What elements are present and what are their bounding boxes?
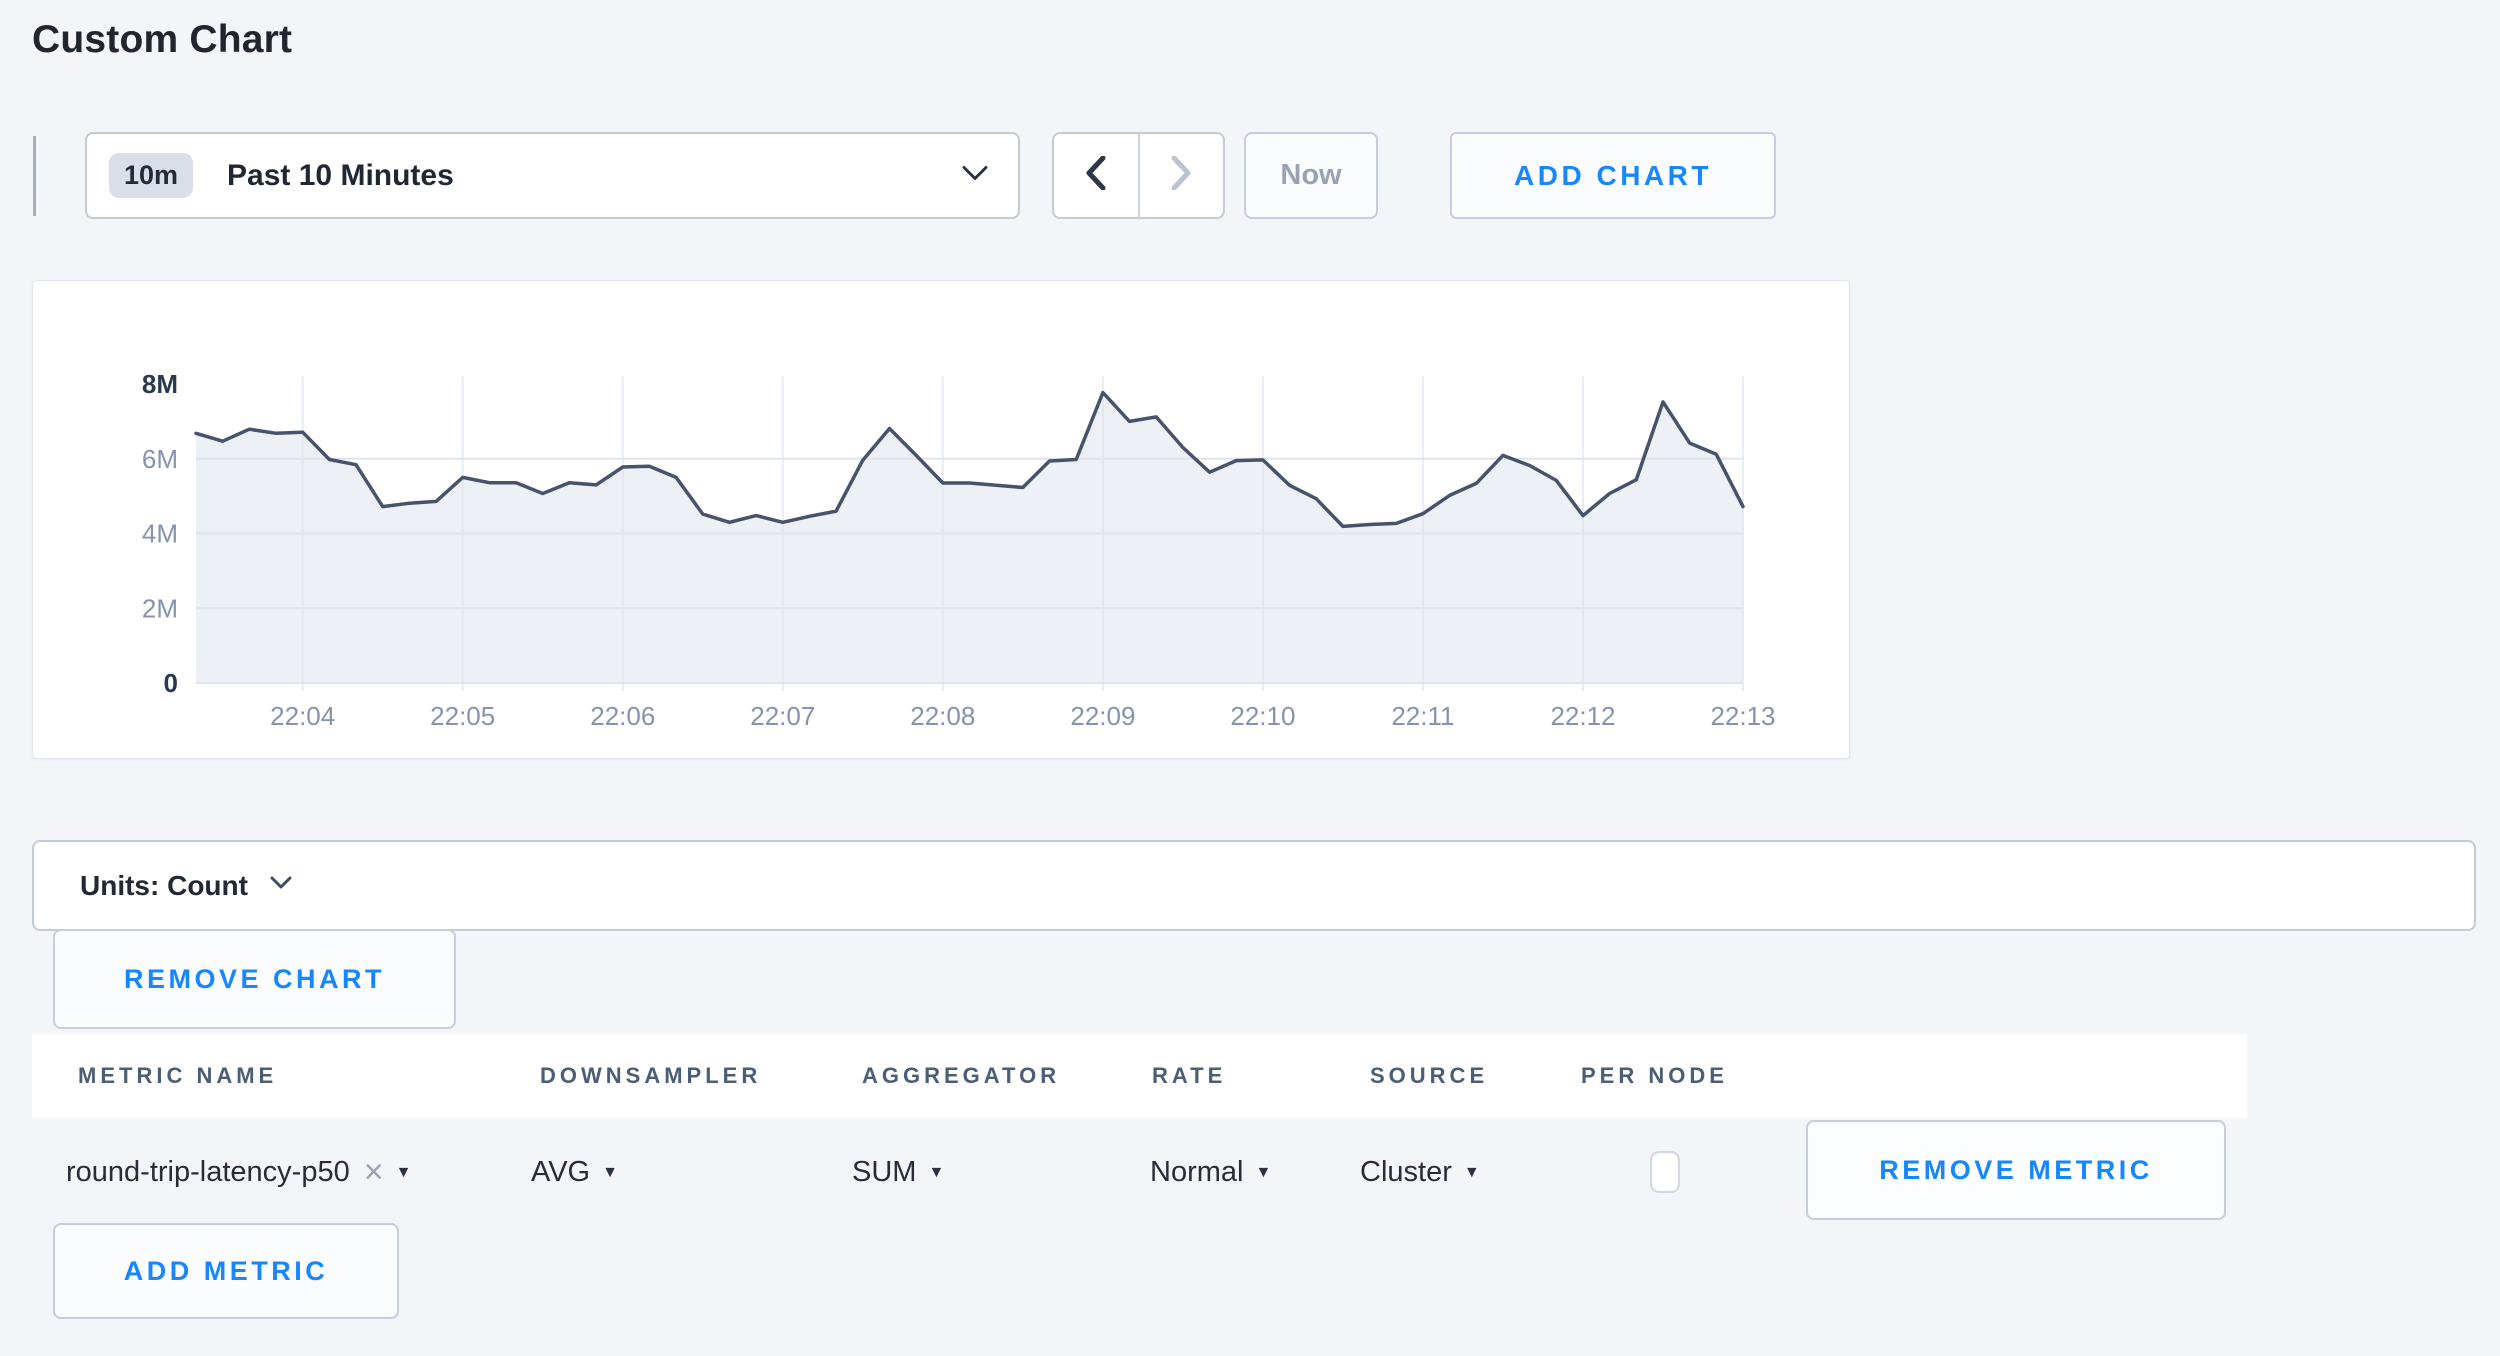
svg-text:4M: 4M bbox=[142, 519, 178, 549]
svg-text:22:08: 22:08 bbox=[910, 701, 975, 731]
downsampler-select[interactable]: AVG ▼ bbox=[531, 1142, 618, 1202]
svg-text:22:05: 22:05 bbox=[430, 701, 495, 731]
now-button[interactable]: Now bbox=[1244, 132, 1378, 219]
col-header-aggregator: AGGREGATOR bbox=[862, 1063, 1060, 1089]
caret-down-icon: ▼ bbox=[1464, 1164, 1480, 1182]
units-label: Units: Count bbox=[80, 870, 248, 902]
svg-text:8M: 8M bbox=[142, 369, 178, 399]
downsampler-value: AVG bbox=[531, 1156, 590, 1189]
close-icon[interactable]: × bbox=[364, 1155, 384, 1189]
aggregator-value: SUM bbox=[852, 1156, 916, 1189]
caret-down-icon: ▼ bbox=[928, 1164, 944, 1182]
source-value: Cluster bbox=[1360, 1156, 1452, 1189]
col-header-per-node: PER NODE bbox=[1581, 1063, 1728, 1089]
svg-text:22:13: 22:13 bbox=[1710, 701, 1775, 731]
col-header-source: SOURCE bbox=[1370, 1063, 1488, 1089]
add-metric-button[interactable]: ADD METRIC bbox=[53, 1223, 399, 1319]
chevron-down-icon bbox=[270, 876, 292, 895]
units-select[interactable]: Units: Count bbox=[32, 840, 2476, 931]
add-chart-button[interactable]: ADD CHART bbox=[1450, 132, 1776, 219]
metrics-table-header: METRIC NAME DOWNSAMPLER AGGREGATOR RATE … bbox=[32, 1034, 2247, 1118]
caret-down-icon: ▼ bbox=[1255, 1164, 1271, 1182]
page-title: Custom Chart bbox=[32, 18, 292, 62]
chart-card: 0 2M 4M 6M 8M 22:04 22:05 22:06 22:07 22:08 22:09 2… bbox=[32, 280, 1850, 759]
svg-text:22:04: 22:04 bbox=[270, 701, 335, 731]
time-range-select[interactable]: 10m Past 10 Minutes bbox=[85, 132, 1020, 219]
svg-text:22:11: 22:11 bbox=[1391, 701, 1454, 731]
per-node-checkbox[interactable] bbox=[1650, 1151, 1680, 1193]
svg-text:22:10: 22:10 bbox=[1230, 701, 1295, 731]
time-range-badge: 10m bbox=[109, 153, 193, 198]
time-forward-button[interactable] bbox=[1140, 134, 1224, 217]
chevron-left-icon bbox=[1086, 156, 1106, 195]
aggregator-select[interactable]: SUM ▼ bbox=[852, 1142, 944, 1202]
svg-text:22:12: 22:12 bbox=[1550, 701, 1615, 731]
svg-text:2M: 2M bbox=[142, 593, 178, 623]
svg-text:22:06: 22:06 bbox=[590, 701, 655, 731]
time-range-label: Past 10 Minutes bbox=[227, 159, 454, 193]
caret-down-icon: ▼ bbox=[396, 1164, 412, 1182]
col-header-metric-name: METRIC NAME bbox=[78, 1063, 277, 1089]
time-back-button[interactable] bbox=[1054, 134, 1140, 217]
metric-name-select[interactable]: round-trip-latency-p50 × ▼ bbox=[66, 1142, 411, 1202]
svg-text:22:07: 22:07 bbox=[750, 701, 815, 731]
source-select[interactable]: Cluster ▼ bbox=[1360, 1142, 1480, 1202]
custom-chart-page: Custom Chart 10m Past 10 Minutes Now ADD… bbox=[0, 0, 2500, 1356]
chevron-right-icon bbox=[1171, 156, 1191, 195]
svg-text:6M: 6M bbox=[142, 444, 178, 474]
col-header-rate: RATE bbox=[1152, 1063, 1226, 1089]
svg-text:22:09: 22:09 bbox=[1070, 701, 1135, 731]
col-header-downsampler: DOWNSAMPLER bbox=[540, 1063, 761, 1089]
svg-text:0: 0 bbox=[164, 668, 178, 698]
time-pager bbox=[1052, 132, 1225, 219]
chevron-down-icon bbox=[962, 165, 988, 186]
metric-chart[interactable]: 0 2M 4M 6M 8M 22:04 22:05 22:06 22:07 22:08 22:09 2… bbox=[33, 281, 1849, 758]
toolbar-accent-divider bbox=[33, 136, 36, 216]
rate-select[interactable]: Normal ▼ bbox=[1150, 1142, 1271, 1202]
remove-chart-button[interactable]: REMOVE CHART bbox=[53, 929, 456, 1029]
remove-metric-button[interactable]: REMOVE METRIC bbox=[1806, 1120, 2226, 1220]
caret-down-icon: ▼ bbox=[602, 1164, 618, 1182]
metric-name-value: round-trip-latency-p50 bbox=[66, 1156, 350, 1189]
rate-value: Normal bbox=[1150, 1156, 1243, 1189]
